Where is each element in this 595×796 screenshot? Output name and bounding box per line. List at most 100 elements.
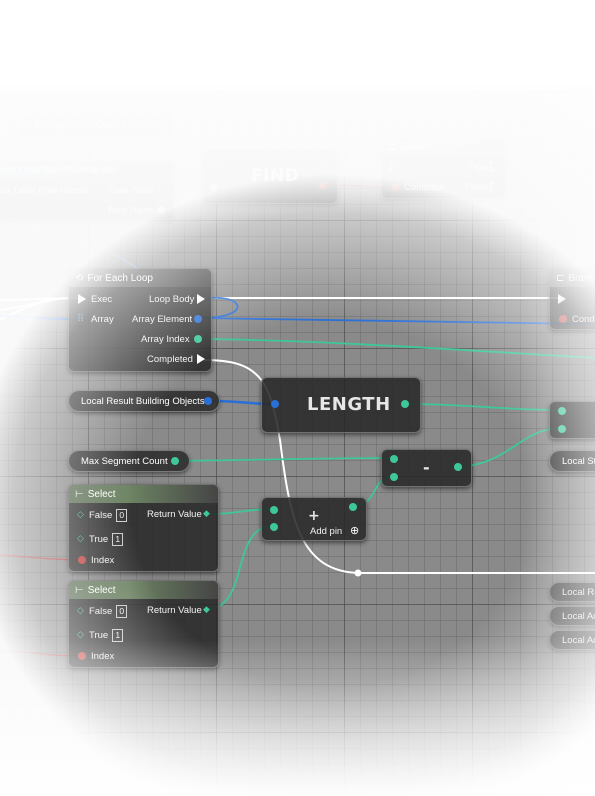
add-pin-icon[interactable]: ⊕: [350, 524, 359, 537]
branch-1-true-label: True: [468, 162, 488, 173]
subtract-out-pin[interactable]: [454, 463, 462, 471]
break-row-header: reak DataTableRowHandle: [0, 161, 173, 179]
array-icon: ☷: [210, 159, 221, 173]
wire-minus-out: [456, 427, 563, 468]
branch-2-condition-pin[interactable]: [559, 315, 567, 323]
exec-label: Exec: [91, 294, 113, 305]
for-each-header: ⟲ For Each Loop: [69, 269, 211, 287]
branch-2-title: Branch: [568, 272, 595, 284]
branch-1-title: Branch: [400, 141, 433, 153]
for-each-loop-node[interactable]: ⟲ For Each Loop Exec Loop Body ⠿ Array A…: [68, 268, 212, 372]
branch-2-header: ⊏ Branch: [550, 269, 595, 287]
add-pin-label[interactable]: Add pin: [310, 526, 342, 537]
array-icon: ☷: [157, 120, 167, 132]
break-row-title: reak DataTableRowHandle: [0, 164, 116, 176]
branch-2-condition-label: Conditi: [572, 314, 595, 325]
find-title: FIND: [251, 166, 300, 186]
for-each-title: For Each Loop: [87, 272, 153, 284]
select-1-true-text: True: [89, 534, 109, 545]
branch-1-condition-pin[interactable]: [391, 183, 399, 191]
data-table-pin[interactable]: [157, 186, 165, 194]
false-pin-icon[interactable]: ◇: [77, 605, 84, 616]
select-2-true-value[interactable]: 1: [112, 629, 124, 642]
return-pin-icon[interactable]: ◆: [203, 604, 210, 615]
select-node-2[interactable]: ⊢ Select ◇ False 0 Return Value ◆ ◇ True 1…: [68, 580, 219, 668]
wire-reroute: [354, 569, 362, 577]
subtract-node[interactable]: -: [381, 449, 472, 487]
find-bool-pin[interactable]: [319, 164, 327, 172]
select-2-header: ⊢ Select: [69, 581, 218, 599]
find-out-pin[interactable]: [319, 182, 327, 190]
branch-2-exec-in[interactable]: [558, 294, 566, 304]
max-segment-variable[interactable]: Max Segment Count: [68, 450, 190, 472]
completed-label: Completed: [147, 354, 193, 365]
loop-body-label: Loop Body: [149, 294, 195, 305]
right-local-var-1[interactable]: Local Re: [549, 582, 595, 602]
target-pin[interactable]: [33, 121, 41, 129]
select-2-true-label: True 1: [89, 629, 124, 642]
select-1-true-label: True 1: [89, 533, 124, 546]
length-node[interactable]: LENGTH: [261, 377, 421, 433]
target-node[interactable]: Target Owned Items ☷: [20, 113, 175, 137]
data-table-label: Data Table: [109, 185, 155, 196]
target-label: Target: [46, 120, 73, 131]
branch-icon: ⊏: [556, 272, 565, 284]
wire-array-index: [197, 338, 595, 359]
length-out-pin[interactable]: [401, 400, 409, 408]
array-icon: ⠿: [77, 314, 85, 325]
add-symbol: +: [308, 508, 321, 524]
right-in-pin-b[interactable]: [558, 425, 566, 433]
select-2-true-text: True: [89, 630, 109, 641]
owned-items-label: Owned Items: [96, 120, 152, 131]
array-element-pin[interactable]: [194, 315, 202, 323]
right-local-var-3[interactable]: Local Ac: [549, 630, 595, 650]
false-pin-icon[interactable]: ◇: [77, 509, 84, 520]
completed-pin[interactable]: [197, 354, 205, 364]
right-local-var-2[interactable]: Local Ac: [549, 606, 595, 626]
right-partial-node[interactable]: [549, 401, 595, 439]
subtract-a-pin[interactable]: [390, 455, 398, 463]
select-2-title: Select: [87, 584, 116, 596]
return-pin-icon[interactable]: ◆: [203, 508, 210, 519]
branch-1-exec-in[interactable]: [390, 162, 397, 171]
length-in-pin[interactable]: [271, 400, 279, 408]
row-name-pin[interactable]: [157, 206, 165, 214]
row-name-label: Row Name: [108, 205, 155, 216]
array-index-label: Array Index: [141, 334, 190, 345]
find-target-pin[interactable]: [210, 183, 218, 191]
branch-1-true-pin[interactable]: [490, 162, 497, 171]
loop-body-pin[interactable]: [197, 294, 205, 304]
select-2-index-pin[interactable]: [78, 652, 86, 660]
local-result-label: Local Result Building Objects: [81, 395, 205, 407]
add-node[interactable]: + Add pin ⊕: [261, 497, 367, 541]
array-index-pin[interactable]: [194, 335, 202, 343]
break-row-handle-node[interactable]: reak DataTableRowHandle ata Table Row Ha…: [0, 160, 174, 220]
subtract-b-pin[interactable]: [390, 473, 398, 481]
select-icon: ⊢: [75, 584, 84, 596]
branch-1-false-pin[interactable]: [490, 182, 497, 191]
select-1-true-value[interactable]: 1: [112, 533, 124, 546]
for-each-exec-in[interactable]: [78, 294, 86, 304]
right-in-pin-a[interactable]: [558, 407, 566, 415]
branch-node-2[interactable]: ⊏ Branch Conditi: [549, 268, 595, 330]
select-1-false-value[interactable]: 0: [116, 509, 128, 522]
select-1-index-pin[interactable]: [78, 556, 86, 564]
local-result-pin[interactable]: [204, 397, 212, 405]
local-st-variable[interactable]: Local St: [549, 450, 595, 472]
branch-node-1[interactable]: ⊏ Branch True Condition False: [381, 137, 506, 199]
select-node-1[interactable]: ⊢ Select ◇ False 0 Return Value ◆ ◇ True 1…: [68, 484, 219, 572]
true-pin-icon[interactable]: ◇: [77, 533, 84, 544]
add-a-pin[interactable]: [270, 506, 278, 514]
select-1-title: Select: [87, 488, 116, 500]
length-title: LENGTH: [307, 394, 391, 415]
add-out-pin[interactable]: [349, 503, 357, 511]
local-st-label: Local St: [562, 455, 595, 467]
branch-icon: ⊏: [388, 141, 397, 153]
local-result-variable[interactable]: Local Result Building Objects: [68, 390, 220, 412]
find-node[interactable]: ☷ FIND: [202, 150, 338, 204]
select-2-false-value[interactable]: 0: [116, 605, 128, 618]
max-segment-pin[interactable]: [171, 457, 179, 465]
add-b-pin[interactable]: [270, 523, 278, 531]
row-handle-label: ata Table Row Handle: [0, 185, 90, 196]
true-pin-icon[interactable]: ◇: [77, 629, 84, 640]
